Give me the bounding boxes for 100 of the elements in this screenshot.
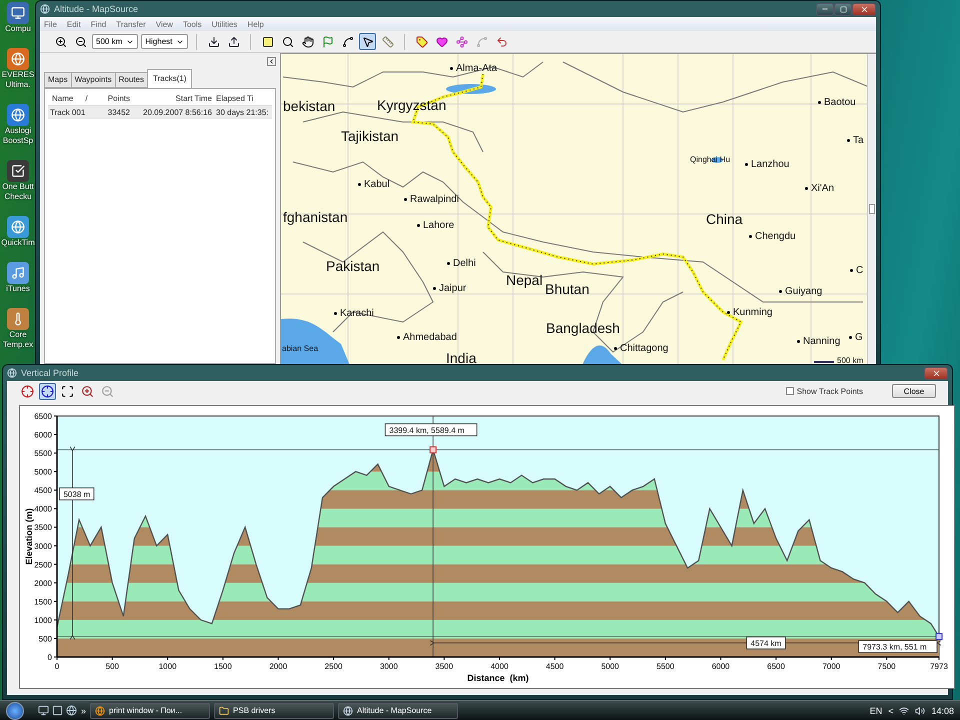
city-label: Delhi — [453, 258, 476, 269]
monitor-icon — [11, 6, 25, 20]
annotation: 4574 km — [750, 638, 782, 648]
tick-label: 0 — [48, 653, 52, 662]
shortcut-tile[interactable] — [7, 262, 29, 284]
shortcut-label[interactable]: One Butt Checku — [0, 182, 36, 202]
tick-label: 3500 — [435, 662, 454, 671]
menu-item[interactable]: Utilities — [212, 20, 238, 28]
menu-item[interactable]: Find — [90, 20, 106, 28]
minimize-button[interactable] — [816, 2, 834, 16]
track-row[interactable]: Track 001 33452 20.09.2007 8:56:16 30 days 21:35: — [48, 106, 272, 119]
city-dot — [797, 340, 800, 343]
table-cell-text: 33452 — [106, 108, 131, 117]
taskbar-button[interactable]: PSB drivers — [214, 702, 334, 718]
globe-icon — [11, 52, 25, 66]
tab[interactable]: Maps — [44, 72, 72, 88]
city-label: C — [856, 265, 864, 276]
city-dot — [450, 67, 453, 70]
shortcut-tile[interactable] — [7, 2, 29, 24]
taskbar-button[interactable]: print window - Пои... — [90, 702, 210, 718]
detail-dropdown[interactable]: Highest — [141, 34, 188, 49]
country-label: bekistan — [283, 98, 336, 114]
column-header[interactable]: Elapsed Ti — [214, 94, 274, 103]
checkbox-label[interactable]: Show Track Points — [796, 386, 863, 396]
city-label: Chittagong — [620, 343, 668, 354]
city-label: Xi'An — [811, 183, 834, 194]
close-button[interactable]: Close — [892, 384, 936, 398]
crosshair-icon[interactable] — [39, 382, 56, 400]
tray-toggle[interactable]: < — [888, 706, 894, 716]
app-icon — [7, 368, 17, 378]
shortcut-label[interactable]: EVERES Ultima. — [0, 70, 36, 90]
tick-label: 500 — [106, 662, 119, 671]
annotation-label: 3399.4 km, 5589.4 m — [384, 423, 478, 436]
annotation-label: 4574 km — [746, 636, 786, 650]
tick-label: 1500 — [34, 597, 52, 606]
menu-item[interactable]: View — [156, 20, 173, 28]
shortcut-tile[interactable] — [7, 308, 29, 330]
shortcut-tile[interactable] — [7, 216, 29, 238]
city-label: Chengdu — [755, 231, 796, 242]
menu-item[interactable]: Transfer — [116, 20, 146, 28]
tick-label: 7500 — [878, 662, 896, 671]
tick-label: 5000 — [601, 662, 620, 671]
close-icon — [860, 4, 868, 14]
city-label: Baotou — [824, 97, 856, 108]
language-indicator[interactable]: EN — [870, 706, 882, 716]
column-header[interactable]: Start Time — [132, 94, 214, 103]
tick-label: 5500 — [656, 662, 674, 671]
caret-icon — [268, 58, 275, 65]
close-button[interactable] — [924, 366, 948, 380]
column-header[interactable]: Name — [50, 94, 76, 103]
scrollbar[interactable] — [867, 54, 876, 364]
tick-label: 2000 — [269, 662, 288, 671]
shortcut-label[interactable]: Auslogi BoostSp — [0, 126, 36, 146]
shortcut-label[interactable]: Core Temp.ex — [0, 330, 36, 350]
shortcut-label[interactable]: Compu — [0, 24, 36, 34]
maximize-icon — [840, 6, 846, 12]
tick-label: 6000 — [712, 662, 730, 671]
water-label: abian Sea — [282, 344, 318, 353]
shortcut-tile[interactable] — [7, 48, 29, 70]
axis-title: Distance (km) — [467, 673, 529, 683]
tick-label: 1500 — [214, 662, 232, 671]
menu-item[interactable]: Tools — [182, 20, 202, 28]
scale-label: 500 km — [837, 356, 864, 364]
marker-icon — [936, 633, 943, 640]
tick-label: 4500 — [546, 662, 564, 671]
tab[interactable]: Tracks(1) — [146, 69, 192, 88]
clock: 14:08 — [931, 706, 954, 716]
music-note-icon — [11, 266, 25, 280]
city-label: Nanning — [803, 336, 840, 347]
tab[interactable]: Waypoints — [70, 72, 116, 88]
pointer-icon[interactable] — [359, 33, 376, 50]
tick-label: 7973 — [930, 662, 948, 671]
menu-item[interactable]: File — [44, 20, 57, 28]
table-cell-text: Track 001 — [49, 108, 86, 117]
table-cell-text: 20.09.2007 8:56:16 — [142, 108, 213, 117]
column-header[interactable]: Points — [88, 94, 132, 103]
checkbox[interactable] — [786, 387, 794, 395]
window-title: Vertical Profile — [21, 368, 79, 378]
city-label: Kunming — [733, 307, 772, 318]
menu-item[interactable]: Help — [247, 20, 264, 28]
city-dot — [847, 139, 850, 142]
menu-item[interactable]: Edit — [66, 20, 81, 28]
taskbar-button[interactable]: Altitude - MapSource — [338, 702, 458, 718]
city-label: Lahore — [423, 220, 454, 231]
close-button[interactable] — [852, 2, 876, 16]
maximize-button[interactable] — [834, 2, 852, 16]
shortcut-tile[interactable] — [7, 104, 29, 126]
shortcut-tile[interactable] — [7, 160, 29, 182]
city-dot — [447, 262, 450, 265]
overflow-chevron[interactable]: » — [81, 706, 86, 716]
shortcut-label[interactable]: iTunes — [0, 284, 36, 294]
collapse-button[interactable] — [267, 57, 276, 66]
start-button[interactable] — [6, 702, 24, 720]
axis-title: Elevation (m) — [24, 508, 34, 565]
tab[interactable]: Routes — [114, 72, 148, 88]
tick-label: 2000 — [34, 578, 52, 588]
table-cell-text: 30 days 21:35: — [215, 108, 270, 117]
scale-dropdown[interactable]: 500 km — [92, 34, 138, 49]
globe-icon — [95, 706, 106, 716]
shortcut-label[interactable]: QuickTim — [0, 238, 36, 248]
